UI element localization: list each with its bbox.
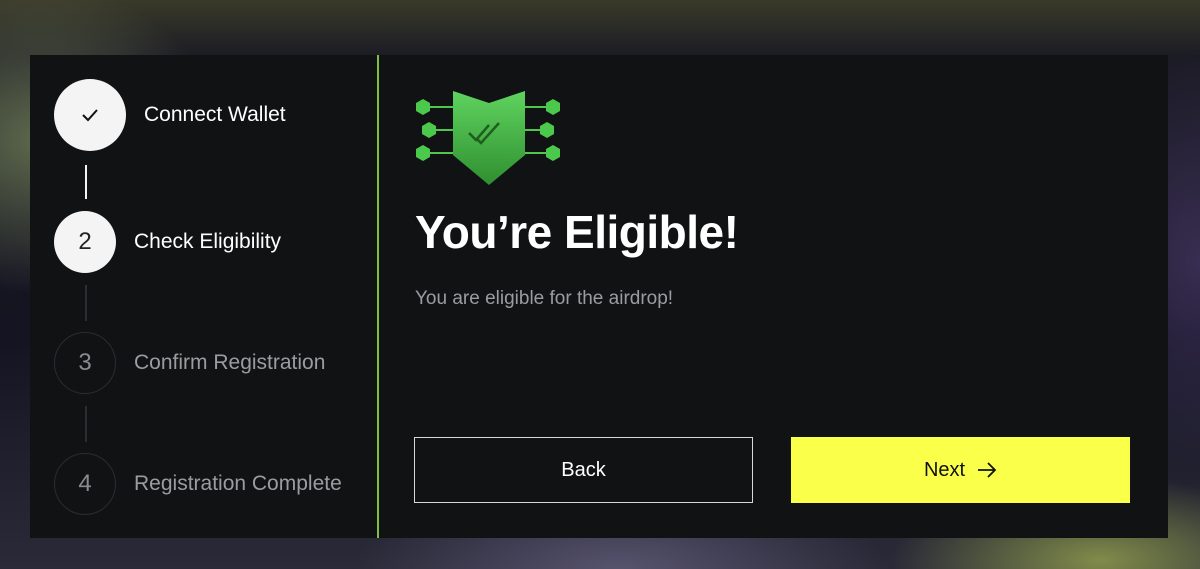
step-4-label: Registration Complete	[134, 472, 342, 495]
step-check-eligibility: 2 Check Eligibility	[54, 211, 281, 273]
connector-1-2	[85, 165, 87, 199]
step-registration-complete: 4 Registration Complete	[54, 453, 342, 515]
next-button[interactable]: Next	[791, 437, 1130, 503]
step-1-circle	[54, 79, 126, 151]
step-2-label: Check Eligibility	[134, 230, 282, 253]
page-subtitle: You are eligible for the airdrop!	[415, 288, 674, 309]
registration-card: Connect Wallet 2 Check Eligibility 3 Con…	[30, 55, 1168, 538]
stepper: Connect Wallet 2 Check Eligibility 3 Con…	[30, 55, 379, 538]
connector-2-3	[85, 285, 87, 321]
step-connect-wallet: Connect Wallet	[54, 79, 286, 151]
step-2-circle: 2	[54, 211, 116, 273]
connector-3-4	[85, 406, 87, 442]
back-button-label: Back	[561, 458, 606, 481]
arrow-right-icon	[977, 462, 997, 478]
step-confirm-registration: 3 Confirm Registration	[54, 332, 325, 394]
step-1-label: Connect Wallet	[144, 103, 286, 126]
step-3-label: Confirm Registration	[134, 351, 326, 374]
shield-double-check-icon	[416, 91, 560, 185]
step-4-circle: 4	[54, 453, 116, 515]
main-panel: You’re Eligible! You are eligible for th…	[379, 55, 1168, 538]
next-button-label: Next	[923, 458, 966, 481]
back-button[interactable]: Back	[414, 437, 753, 503]
page-title: You’re Eligible!	[415, 206, 739, 258]
check-icon	[82, 109, 98, 122]
step-3-circle: 3	[54, 332, 116, 394]
